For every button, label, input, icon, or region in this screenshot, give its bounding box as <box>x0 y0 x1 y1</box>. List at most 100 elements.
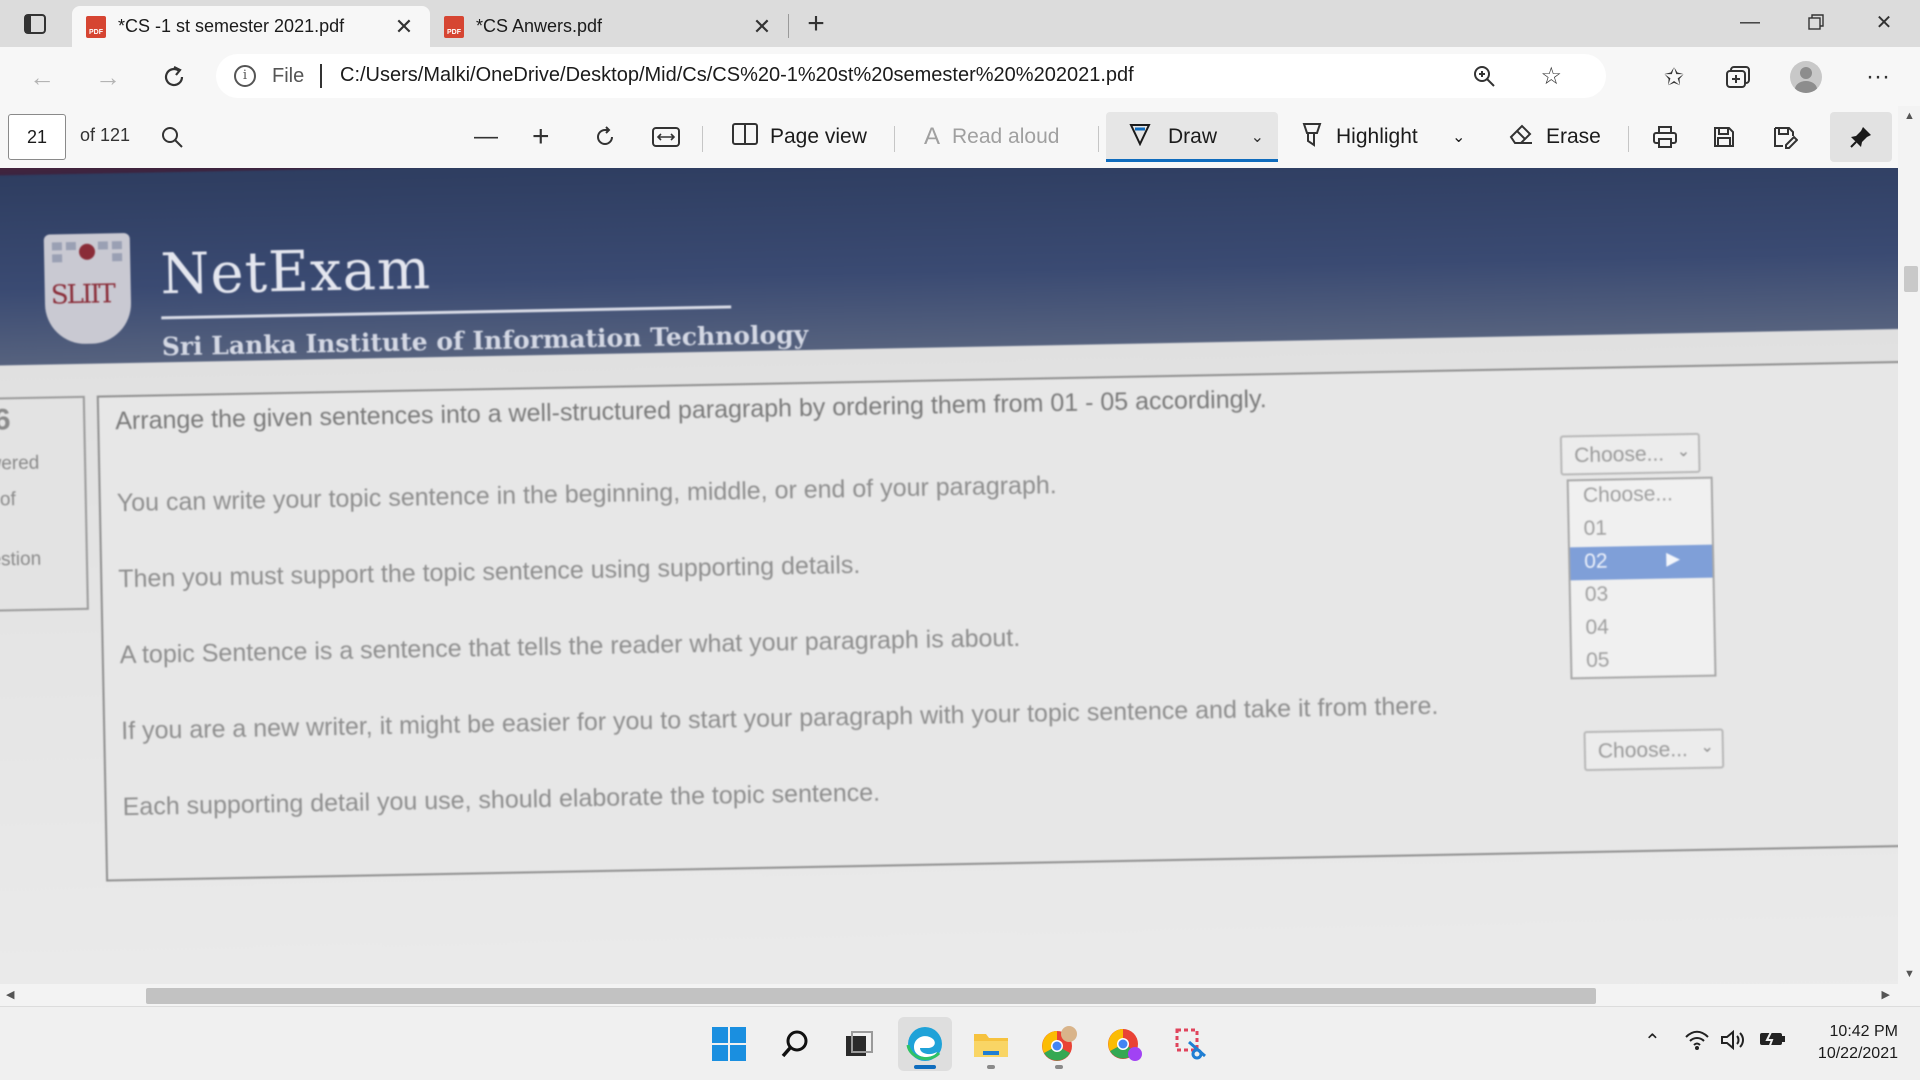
erase-label: Erase <box>1546 125 1601 148</box>
tab-actions-button[interactable] <box>14 10 56 38</box>
dropdown-option[interactable]: 04 <box>1571 611 1714 647</box>
tab-title: *CS -1 st semester 2021.pdf <box>118 16 345 36</box>
snipping-tool-button[interactable] <box>1164 1017 1218 1071</box>
running-app-indicator <box>1055 1065 1063 1069</box>
flag-question-text: uestion <box>0 548 42 571</box>
save-as-icon[interactable] <box>1772 116 1798 158</box>
pdf-page-viewer[interactable]: SLIIT NetExam Sri Lanka Institute of Inf… <box>0 168 1898 984</box>
order-select-1[interactable]: Choose... ⌄ <box>1559 432 1701 476</box>
pdf-file-icon: PDF <box>444 15 464 38</box>
order-select-5[interactable]: Choose... ⌄ <box>1583 728 1725 772</box>
scroll-down-icon[interactable]: ▼ <box>1904 968 1915 980</box>
wifi-icon[interactable] <box>1684 1029 1710 1057</box>
active-app-indicator <box>914 1065 936 1069</box>
favorites-icon[interactable]: ✩ <box>1652 57 1696 97</box>
rotate-icon[interactable] <box>592 116 618 158</box>
print-icon[interactable] <box>1652 116 1678 158</box>
dropdown-option[interactable]: 01 <box>1569 512 1712 548</box>
page-view-button[interactable]: Page view <box>732 116 867 158</box>
tab-actions-icon <box>24 14 46 34</box>
url-text[interactable]: C:/Users/Malki/OneDrive/Desktop/Mid/Cs/C… <box>340 64 1134 87</box>
photographed-exam-page: SLIIT NetExam Sri Lanka Institute of Inf… <box>0 168 1898 984</box>
clock-time: 10:42 PM <box>1829 1023 1898 1040</box>
find-icon[interactable] <box>160 116 184 158</box>
folder-icon <box>974 1034 1008 1057</box>
edge-app-button[interactable] <box>898 1017 952 1071</box>
horizontal-scrollbar[interactable]: ◀ ▶ <box>0 984 1898 1006</box>
zoom-icon[interactable] <box>1472 64 1496 94</box>
scroll-left-icon[interactable]: ◀ <box>6 988 14 1001</box>
highlight-icon <box>1300 121 1324 154</box>
file-scheme-label: File <box>272 65 305 87</box>
battery-charging-icon[interactable] <box>1758 1029 1788 1055</box>
restore-button[interactable] <box>1786 4 1846 40</box>
minimize-button[interactable]: — <box>1720 4 1780 40</box>
collections-icon[interactable] <box>1716 57 1760 97</box>
highlight-button[interactable]: Highlight <box>1300 116 1418 158</box>
chrome-app-button[interactable] <box>1098 1017 1152 1071</box>
vertical-scroll-thumb[interactable] <box>1904 266 1918 292</box>
draw-icon <box>1128 122 1152 152</box>
toolbar-divider <box>894 126 895 152</box>
chrome-icon <box>1108 1029 1142 1061</box>
dropdown-option[interactable]: 03 <box>1571 578 1714 614</box>
pin-icon <box>1850 127 1871 148</box>
dropdown-option[interactable]: 05 <box>1572 644 1715 680</box>
draw-button[interactable]: Draw ⌄ <box>1106 112 1278 162</box>
select-value: Choose... <box>1573 442 1665 468</box>
erase-button[interactable]: Erase <box>1508 116 1601 158</box>
fit-page-icon[interactable] <box>652 116 680 158</box>
chevron-down-icon[interactable]: ⌄ <box>1251 127 1264 147</box>
windows-logo-icon <box>712 1027 746 1061</box>
refresh-icon <box>164 66 184 87</box>
url-field[interactable]: i File C:/Users/Malki/OneDrive/Desktop/M… <box>216 54 1606 98</box>
horizontal-scroll-thumb[interactable] <box>146 988 1596 1004</box>
refresh-button[interactable] <box>152 57 196 97</box>
zoom-in-icon[interactable]: + <box>532 116 562 158</box>
read-aloud-label: Read aloud <box>952 125 1060 148</box>
profile-avatar[interactable] <box>1790 61 1822 93</box>
more-options-icon[interactable]: ··· <box>1856 57 1900 97</box>
question-status-text: swered <box>0 452 40 475</box>
edge-icon <box>906 1027 942 1061</box>
pin-toolbar-button[interactable] <box>1830 112 1892 162</box>
pdf-toolbar: 21 of 121 — + Page view A Read aloud Dra… <box>0 106 1920 169</box>
tab-strip: PDF *CS -1 st semester 2021.pdf ✕ PDF *C… <box>0 0 1920 47</box>
forward-button[interactable]: → <box>86 57 130 97</box>
draw-active-indicator <box>1106 159 1278 162</box>
chrome-profile-app-button[interactable] <box>1032 1017 1086 1071</box>
search-button[interactable] <box>768 1017 822 1071</box>
new-tab-button[interactable]: + <box>798 7 834 40</box>
zoom-out-icon[interactable]: — <box>474 116 510 158</box>
question-number: 16 <box>0 403 11 437</box>
order-dropdown-list[interactable]: Choose... 01 02 ▶ 03 04 05 <box>1566 476 1717 680</box>
tab-close-icon[interactable]: ✕ <box>392 14 416 40</box>
read-aloud-icon: A <box>924 123 941 150</box>
question-info-panel: 16 swered ut of uestion <box>0 395 89 613</box>
tab-cs-answers[interactable]: PDF *CS Anwers.pdf ✕ <box>430 6 788 47</box>
show-hidden-icons-chevron-icon[interactable]: ⌃ <box>1644 1029 1661 1054</box>
volume-icon[interactable] <box>1720 1029 1748 1057</box>
tab-cs-semester[interactable]: PDF *CS -1 st semester 2021.pdf ✕ <box>72 6 430 47</box>
back-button[interactable]: ← <box>20 57 64 97</box>
dropdown-option[interactable]: Choose... <box>1569 479 1712 515</box>
system-clock[interactable]: 10:42 PM 10/22/2021 <box>1818 1021 1898 1065</box>
sliit-crest-logo: SLIIT <box>43 232 132 345</box>
address-bar: ← → i File C:/Users/Malki/OneDrive/Deskt… <box>0 47 1920 106</box>
read-aloud-button[interactable]: A Read aloud <box>924 116 1059 158</box>
highlight-options-chevron-icon[interactable]: ⌄ <box>1452 116 1465 158</box>
toolbar-divider <box>1098 126 1099 152</box>
add-favorite-icon[interactable]: ☆ <box>1540 62 1562 91</box>
task-view-button[interactable] <box>832 1017 886 1071</box>
save-icon[interactable] <box>1712 116 1736 158</box>
scroll-up-icon[interactable]: ▲ <box>1904 110 1915 122</box>
start-button[interactable] <box>702 1017 756 1071</box>
dropdown-option-selected[interactable]: 02 ▶ <box>1569 544 1713 581</box>
scroll-right-icon[interactable]: ▶ <box>1882 988 1890 1001</box>
page-number-input[interactable]: 21 <box>8 114 66 160</box>
site-info-icon[interactable]: i <box>234 65 256 87</box>
close-window-button[interactable]: ✕ <box>1854 4 1914 40</box>
file-explorer-button[interactable] <box>964 1017 1018 1071</box>
vertical-scrollbar[interactable]: ▲ ▼ <box>1898 106 1920 984</box>
tab-close-icon[interactable]: ✕ <box>750 14 774 40</box>
